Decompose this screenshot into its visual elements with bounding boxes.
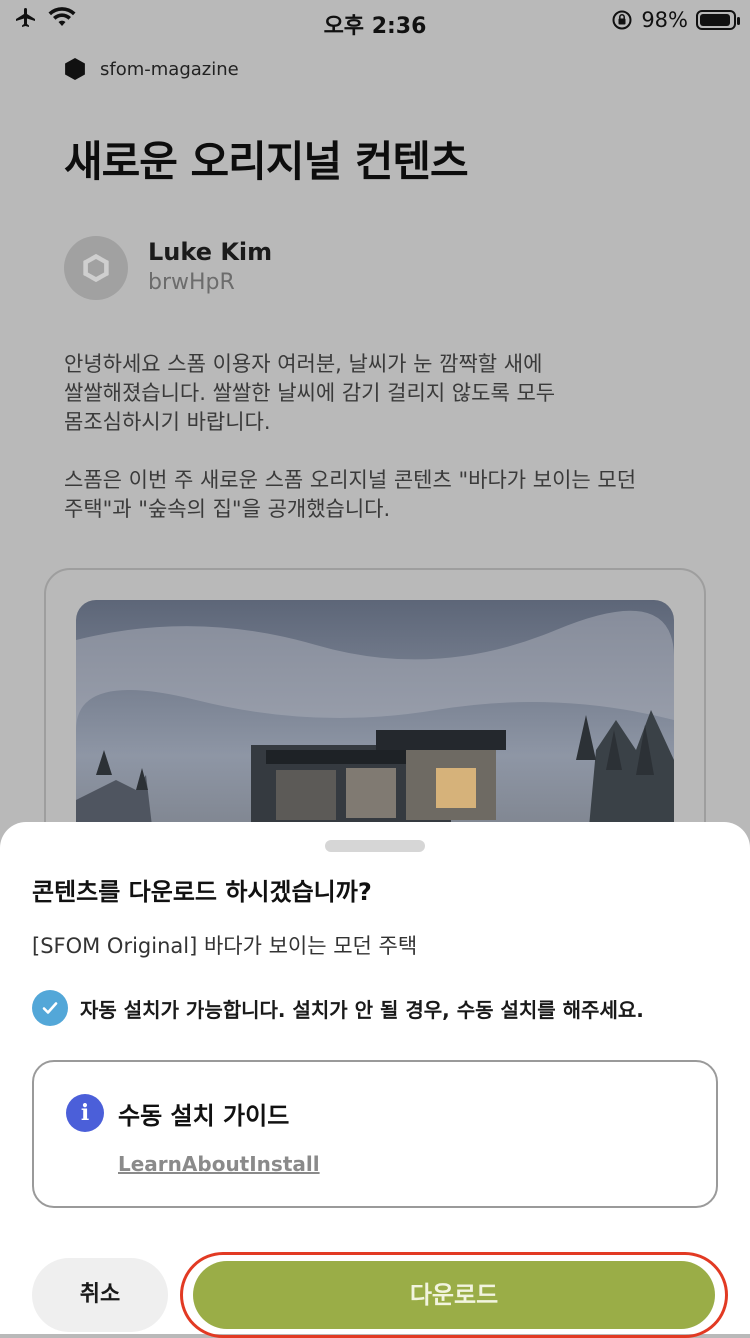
orientation-lock-icon: [612, 10, 632, 30]
author-id: brwHpR: [148, 270, 235, 295]
cancel-button[interactable]: 취소: [32, 1258, 168, 1332]
sheet-subtitle: [SFOM Original] 바다가 보이는 모던 주택: [32, 934, 418, 958]
house-photo: [76, 600, 674, 860]
brand: sfom-magazine: [64, 58, 239, 80]
article-title: 새로운 오리지널 컨텐츠: [64, 137, 469, 186]
download-bottom-sheet: 콘텐츠를 다운로드 하시겠습니까? [SFOM Original] 바다가 보이…: [0, 822, 750, 1338]
battery-icon: [696, 10, 740, 30]
guide-title: 수동 설치 가이드: [118, 1102, 290, 1130]
article-paragraph-2: 스폼은 이번 주 새로운 스폼 오리지널 콘텐츠 "바다가 보이는 모던 주택"…: [64, 466, 684, 524]
article-paragraph-1: 안녕하세요 스폼 이용자 여러분, 날씨가 눈 깜짝할 새에 쌀쌀해졌습니다. …: [64, 350, 684, 437]
auto-install-notice: 자동 설치가 가능합니다. 설치가 안 될 경우, 수동 설치를 해주세요.: [32, 990, 644, 1026]
download-button-highlight: 다운로드: [180, 1252, 728, 1338]
manual-install-guide-box: i 수동 설치 가이드 LearnAboutInstall: [32, 1060, 718, 1208]
battery-percent: 98%: [641, 8, 688, 32]
author-avatar: [64, 236, 128, 300]
content-thumbnail: [76, 600, 674, 860]
info-icon: i: [66, 1094, 104, 1132]
learn-about-install-link[interactable]: LearnAboutInstall: [118, 1152, 320, 1176]
notice-text: 자동 설치가 가능합니다. 설치가 안 될 경우, 수동 설치를 해주세요.: [80, 997, 644, 1022]
brand-name: sfom-magazine: [100, 58, 239, 80]
author-name: Luke Kim: [148, 238, 273, 266]
paragraph-line: 안녕하세요 스폼 이용자 여러분, 날씨가 눈 깜짝할 새에: [64, 352, 543, 376]
paragraph-line: 주택"과 "숲속의 집"을 공개했습니다.: [64, 497, 391, 521]
status-right: 98%: [611, 8, 740, 32]
sheet-drag-handle[interactable]: [325, 840, 425, 852]
paragraph-line: 쌀쌀해졌습니다. 쌀쌀한 날씨에 감기 걸리지 않도록 모두: [64, 381, 556, 405]
download-button[interactable]: 다운로드: [193, 1261, 715, 1329]
status-bar: 오후 2:36 98%: [0, 0, 750, 40]
sheet-title: 콘텐츠를 다운로드 하시겠습니까?: [32, 878, 372, 906]
brand-logo-icon: [65, 58, 85, 80]
paragraph-line: 몸조심하시기 바랍니다.: [64, 410, 271, 434]
paragraph-line: 스폼은 이번 주 새로운 스폼 오리지널 콘텐츠 "바다가 보이는 모던: [64, 468, 637, 492]
check-icon: [32, 990, 68, 1026]
